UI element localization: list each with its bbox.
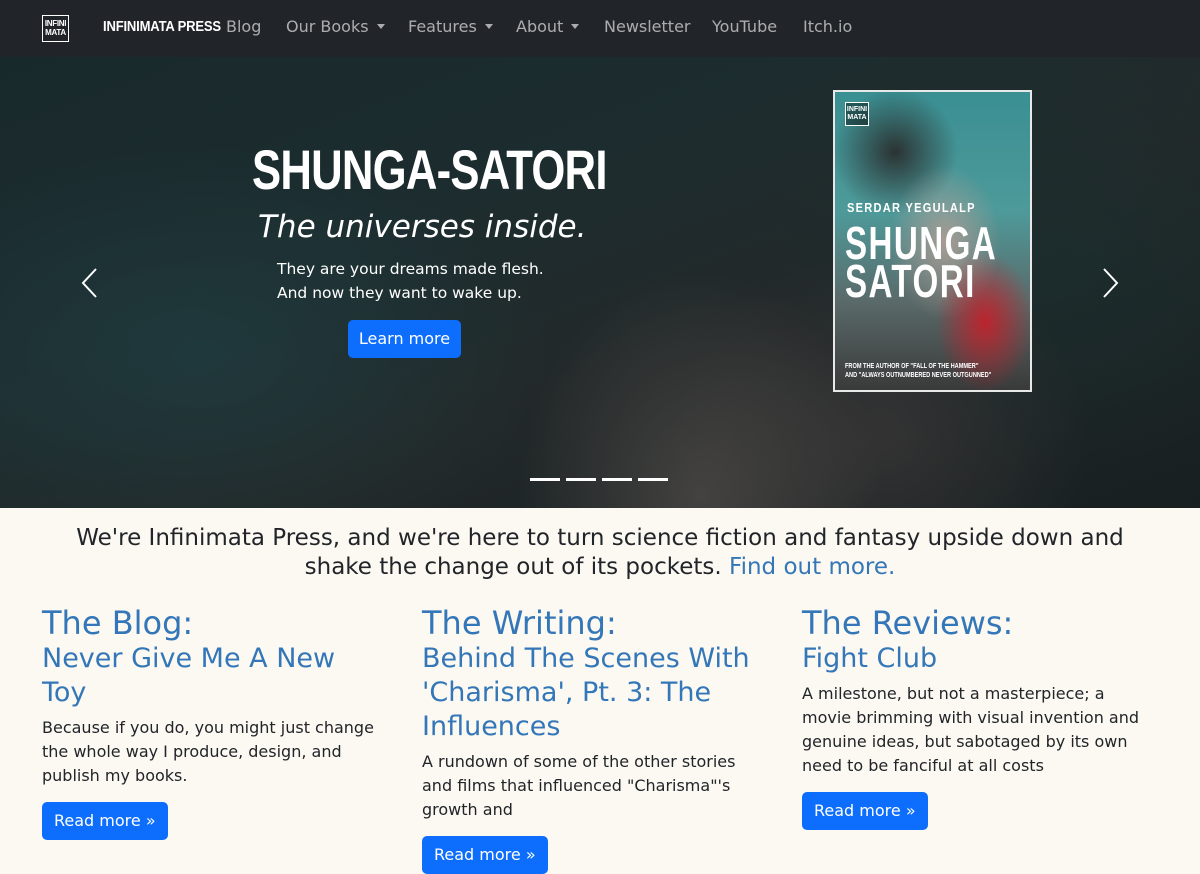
hero-title: SHUNGA-SATORI (252, 138, 607, 201)
nav-about-dropdown[interactable]: About (516, 17, 580, 36)
infinimata-logo[interactable]: INFINI MATA (42, 15, 69, 42)
cover-credit: FROM THE AUTHOR OF "FALL OF THE HAMMER" … (845, 363, 992, 379)
book-cover-image[interactable]: INFINI MATA SERDAR YEGULALP SHUNGA SATOR… (833, 90, 1032, 392)
carousel-indicator-4[interactable] (638, 478, 668, 481)
column-summary: Because if you do, you might just change… (42, 718, 374, 785)
chevron-right-icon (1103, 268, 1119, 298)
hero-description: They are your dreams made flesh. And now… (277, 260, 544, 302)
nav-newsletter[interactable]: Newsletter (604, 17, 691, 36)
cover-title: SHUNGA SATORI (845, 217, 998, 307)
cover-author: SERDAR YEGULALP (847, 200, 976, 215)
chevron-left-icon (81, 268, 97, 298)
reviews-column: The Reviews: Fight Club A milestone, but… (802, 604, 1147, 830)
cover-publisher-logo: INFINI MATA (845, 102, 869, 126)
writing-post-title-link[interactable]: Behind The Scenes With 'Charisma', Pt. 3… (422, 642, 767, 744)
carousel-indicator-3[interactable] (602, 478, 632, 481)
caret-down-icon (571, 24, 580, 29)
brand-link[interactable]: INFINIMATA PRESS (103, 19, 221, 35)
nav-youtube[interactable]: YouTube (712, 17, 777, 36)
read-more-button[interactable]: Read more » (42, 802, 168, 840)
column-heading: The Blog: (42, 604, 194, 642)
blog-post-title-link[interactable]: Never Give Me A New Toy (42, 642, 387, 710)
carousel-next-button[interactable] (1100, 267, 1120, 299)
nav-features-dropdown[interactable]: Features (408, 17, 493, 36)
carousel-indicator-1[interactable] (530, 478, 560, 481)
read-more-button[interactable]: Read more » (422, 836, 548, 874)
find-out-more-link[interactable]: Find out more. (729, 554, 895, 580)
carousel-indicators (530, 478, 668, 481)
column-summary: A milestone, but not a masterpiece; a mo… (802, 684, 1140, 775)
caret-down-icon (376, 24, 385, 29)
learn-more-button[interactable]: Learn more (348, 320, 461, 358)
review-post-title-link[interactable]: Fight Club (802, 642, 1147, 676)
nav-our-books-dropdown[interactable]: Our Books (286, 17, 385, 36)
hero-tagline: The universes inside. (258, 209, 587, 245)
column-summary: A rundown of some of the other stories a… (422, 752, 736, 819)
carousel-indicator-2[interactable] (566, 478, 596, 481)
nav-blog[interactable]: Blog (226, 17, 261, 36)
blog-column: The Blog: Never Give Me A New Toy Becaus… (42, 604, 387, 840)
caret-down-icon (484, 24, 493, 29)
hero-carousel: SHUNGA-SATORI The universes inside. They… (0, 57, 1200, 508)
intro-statement: We're Infinimata Press, and we're here t… (76, 525, 1124, 580)
read-more-button[interactable]: Read more » (802, 792, 928, 830)
writing-column: The Writing: Behind The Scenes With 'Cha… (422, 604, 767, 874)
column-heading: The Writing: (422, 604, 617, 642)
top-navbar: INFINI MATA INFINIMATA PRESS Blog Our Bo… (0, 0, 1200, 57)
column-heading: The Reviews: (802, 604, 1014, 642)
nav-itchio[interactable]: Itch.io (803, 17, 852, 36)
carousel-prev-button[interactable] (80, 267, 100, 299)
